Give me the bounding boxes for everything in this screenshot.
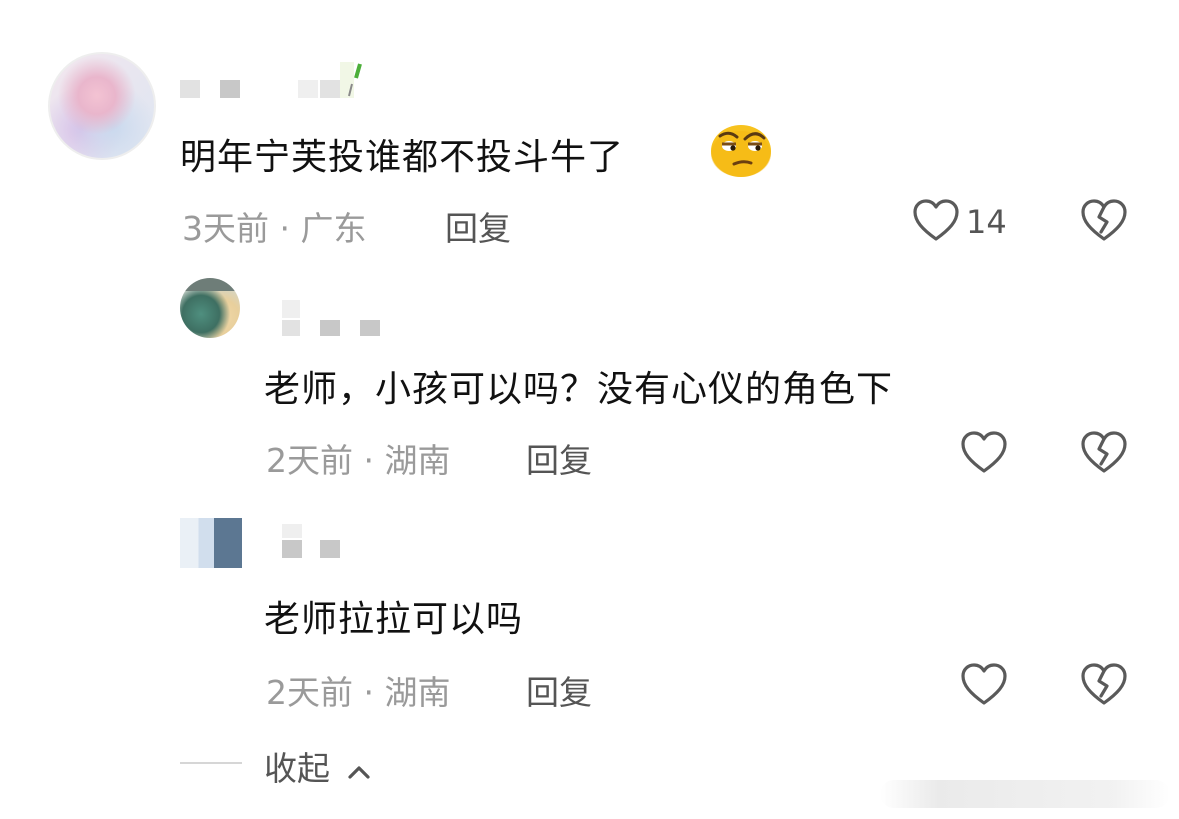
reply-button[interactable]: 回复 [526,434,592,482]
reply-button[interactable]: 回复 [445,202,511,250]
comment-text: 老师拉拉可以吗 [264,599,524,640]
comment-text: 明年宁芙投谁都不投斗牛了 [180,137,625,178]
chevron-up-icon [345,751,373,790]
comment-text: 老师，小孩可以吗？没有心仪的角色下 [264,369,894,410]
raised-eyebrow-face-icon [710,122,772,182]
badge-mark-icon [340,62,362,98]
collapse-label: 收起 [264,749,330,788]
avatar[interactable] [180,518,242,568]
heart-outline-icon[interactable] [912,198,960,246]
broken-heart-icon[interactable] [1080,430,1128,478]
comment-meta: 2天前 · 湖南 [266,673,451,712]
comment-meta: 3天前 · 广东 [182,209,367,248]
like-count: 14 [966,203,1007,241]
collapse-replies-button[interactable]: 收起 [264,742,373,790]
heart-outline-icon[interactable] [960,662,1008,710]
watermark [880,780,1170,808]
divider [180,762,242,764]
avatar[interactable] [180,278,240,338]
broken-heart-icon[interactable] [1080,662,1128,710]
comment-meta: 2天前 · 湖南 [266,441,451,480]
heart-outline-icon[interactable] [960,430,1008,478]
broken-heart-icon[interactable] [1080,198,1128,246]
avatar[interactable] [48,52,156,160]
reply-button[interactable]: 回复 [526,666,592,714]
